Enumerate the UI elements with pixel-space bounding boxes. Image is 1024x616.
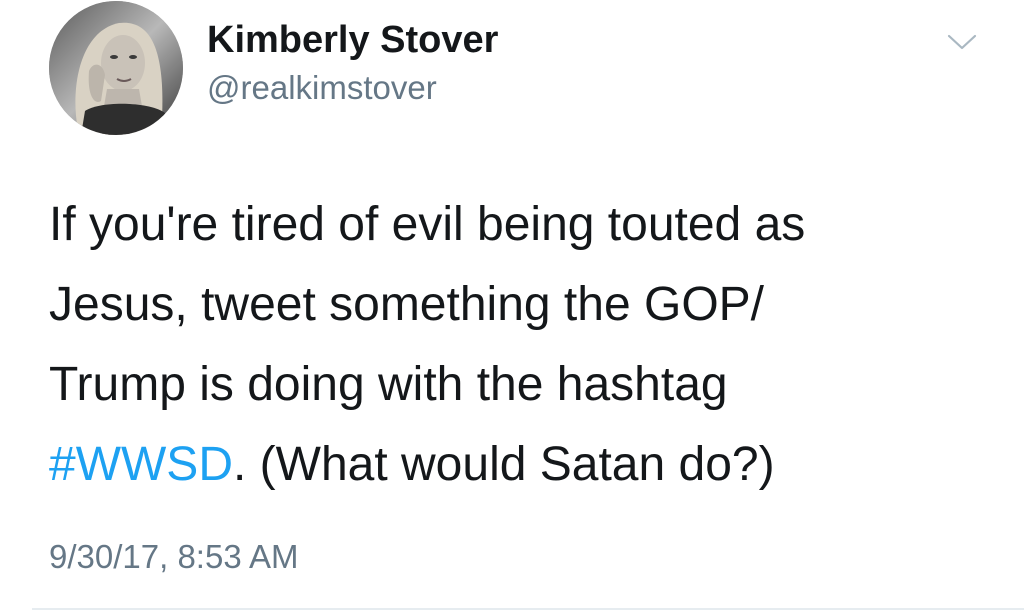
hashtag-link[interactable]: #WWSD [49,438,233,491]
tweet-text-line: Trump is doing with the hashtag [49,358,728,411]
tweet-text: If you're tired of evil being touted as … [49,185,989,505]
user-handle[interactable]: @realkimstover [207,66,437,110]
chevron-down-icon[interactable] [944,28,980,56]
tweet-text-fragment: . (What would Satan do?) [232,438,775,491]
divider [32,608,1024,610]
tweet-text-line: Jesus, tweet something the GOP/ [49,278,765,331]
tweet-text-line: #WWSD. (What would Satan do?) [49,425,989,505]
timestamp[interactable]: 9/30/17, 8:53 AM [49,535,299,579]
display-name[interactable]: Kimberly Stover [207,16,498,64]
tweet-card: Kimberly Stover @realkimstover If you're… [0,0,1024,616]
profile-photo-icon [49,1,183,135]
avatar[interactable] [49,1,183,135]
tweet-text-line: If you're tired of evil being touted as [49,198,806,251]
